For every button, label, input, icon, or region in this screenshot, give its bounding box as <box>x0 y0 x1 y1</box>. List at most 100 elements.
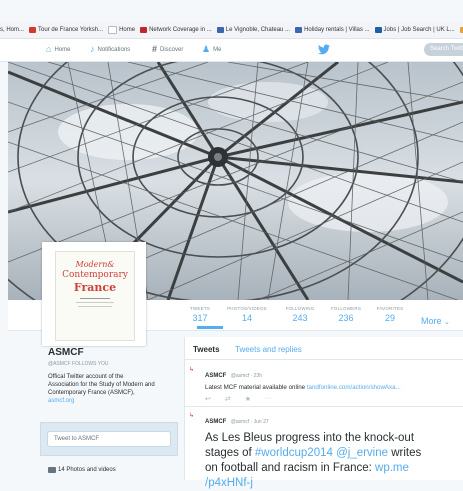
tweet-item[interactable]: ↳ ASMCF @asmcf · 23h Latest MCF material… <box>189 364 401 403</box>
bookmarks-bar: s, Hom... Tour de France Yorksh... Home Net… <box>0 22 463 39</box>
person-icon: ♟ <box>202 44 211 54</box>
bookmark-label: Home <box>119 27 136 33</box>
tweet-text-segment: on football and racism in France: <box>205 462 376 474</box>
tweet-author-handle[interactable]: @asmcf · Jun 27 <box>231 419 269 425</box>
bookmark-item[interactable]: Jobs | Job Search | UK L... <box>374 27 455 33</box>
bookmark-label: s, Hom... <box>0 27 25 33</box>
stat-active-indicator <box>197 326 223 329</box>
cover-title-line1: Modern& <box>75 260 115 269</box>
nav-home[interactable]: ⌂ Home <box>46 45 70 54</box>
bookmark-item[interactable]: Network Coverage in ... <box>140 27 212 33</box>
tweet-item[interactable]: ↳ ASMCF @asmcf · Jun 27 As Les Bleus pro… <box>189 410 421 491</box>
tweet-link[interactable]: wp.me <box>375 462 409 474</box>
stat-followers-value: 236 <box>338 313 354 323</box>
journal-cover-image: Modern& Contemporary France <box>55 251 135 341</box>
profile-bio: Offical Twitter account of the Associati… <box>48 373 155 405</box>
bookmark-item[interactable]: Le Vignoble, Chateau ... <box>216 27 291 33</box>
stat-tweets[interactable]: TWEETS 317 <box>188 306 212 323</box>
retweet-marker-icon: ↳ <box>189 367 195 373</box>
bio-line: Offical Twitter account of the <box>48 374 124 380</box>
more-dropdown[interactable]: More ⌄ <box>421 316 450 326</box>
more-icon[interactable]: ··· <box>265 395 272 403</box>
cover-rule <box>80 298 110 299</box>
cover-rule <box>78 306 112 307</box>
tweet-text-large: As Les Bleus progress into the knock-out… <box>205 431 421 491</box>
photos-videos-label: 14 Photos and videos <box>58 467 116 473</box>
tweet-to-box: Tweet to ASMCF <box>40 422 178 456</box>
bookmark-favicon-icon <box>108 26 118 34</box>
stat-followers[interactable]: FOLLOWERS 236 <box>328 306 364 323</box>
bio-line: Association for the Study of Modern and <box>48 382 155 388</box>
bookmark-item[interactable]: s, Hom... <box>0 27 24 33</box>
stat-tweets-label: TWEETS <box>190 306 210 311</box>
hashtag-link[interactable]: #worldcup2014 <box>255 447 333 459</box>
divider <box>185 406 463 407</box>
tweet-actions: ↩ ⇄ ★ ··· <box>205 395 401 403</box>
tweet-link[interactable]: /p4xHNf-j <box>205 476 421 491</box>
profile-website-link[interactable]: asmcf.org <box>48 397 155 405</box>
mention-link[interactable]: @j_ervine <box>333 447 388 459</box>
search-input[interactable]: Search Twitte <box>424 43 463 56</box>
reply-icon[interactable]: ↩ <box>205 395 211 403</box>
stat-following-value: 243 <box>292 313 308 323</box>
cover-title-line2: Contemporary <box>62 270 128 280</box>
tweet-line: As Les Bleus progress into the knock-out <box>205 432 415 444</box>
nav-home-label: Home <box>54 46 71 53</box>
bookmark-label: Tour de France Yorksh... <box>38 27 104 33</box>
nav-discover-label: Discover <box>160 46 184 53</box>
stat-favorites-label: FAVORITES <box>376 306 404 311</box>
bookmark-favicon-icon <box>374 27 382 33</box>
favorite-icon[interactable]: ★ <box>245 395 251 403</box>
divider <box>185 359 463 360</box>
tweet-author-name[interactable]: ASMCF <box>205 373 226 379</box>
tweet-line: on football and racism in France: wp.me <box>205 461 421 476</box>
home-icon: ⌂ <box>46 44 52 54</box>
tab-tweets[interactable]: Tweets <box>193 345 220 354</box>
top-nav: ⌂ Home ♪ Notifications # Discover ♟ Me S… <box>0 39 463 62</box>
bookmark-favicon-icon <box>140 27 148 33</box>
photo-icon <box>48 467 56 473</box>
nav-notifications-label: Notifications <box>97 46 131 53</box>
tweet-to-input[interactable]: Tweet to ASMCF <box>47 431 171 447</box>
bio-line: Contemporary France (ASMCF), <box>48 390 135 396</box>
bookmark-favicon-icon <box>295 27 303 33</box>
bookmark-favicon-icon <box>29 27 37 33</box>
nav-discover[interactable]: # Discover <box>152 45 183 54</box>
stat-photos-label: PHOTOS/VIDEOS <box>227 306 267 311</box>
bookmark-label: Holiday rentals | Villas ... <box>304 27 370 33</box>
nav-me-label: Me <box>213 46 222 53</box>
nav-me[interactable]: ♟ Me <box>202 45 221 54</box>
chevron-down-icon: ⌄ <box>444 319 450 326</box>
tweet-text-segment: stages of <box>205 447 255 459</box>
stat-tweets-value: 317 <box>192 313 208 323</box>
retweet-marker-icon: ↳ <box>189 413 195 419</box>
bookmark-label: Le Vignoble, Chateau ... <box>225 27 291 33</box>
hashtag-icon: # <box>152 44 158 54</box>
nav-notifications[interactable]: ♪ Notifications <box>90 45 130 54</box>
photos-videos-link[interactable]: 14 Photos and videos <box>48 467 116 473</box>
tweet-author-name[interactable]: ASMCF <box>205 419 226 425</box>
stat-following-label: FOLLOWING <box>285 306 315 311</box>
tab-tweets-and-replies[interactable]: Tweets and replies <box>235 345 302 354</box>
twitter-bird-icon[interactable] <box>318 44 330 55</box>
tweet-text-segment: writes <box>388 447 422 459</box>
bookmark-label: Jobs | Job Search | UK L... <box>383 27 455 33</box>
stat-photos[interactable]: PHOTOS/VIDEOS 14 <box>222 306 272 323</box>
bookmark-label: Network Coverage in ... <box>149 27 212 33</box>
stat-favorites[interactable]: FAVORITES 29 <box>372 306 408 323</box>
bookmark-favicon-icon <box>216 27 224 33</box>
more-label: More <box>421 316 442 326</box>
bookmark-item[interactable]: Holiday rentals | Villas ... <box>295 27 370 33</box>
stat-followers-label: FOLLOWERS <box>330 306 362 311</box>
tweet-author-handle[interactable]: @asmcf · 23h <box>231 373 262 379</box>
tweet-link[interactable]: tandfonline.com/action/showAxa... <box>307 384 401 391</box>
stat-favorites-value: 29 <box>384 313 395 323</box>
stat-following[interactable]: FOLLOWING 243 <box>282 306 318 323</box>
tweet-text: Latest MCF material available online <box>205 384 306 391</box>
bookmark-item[interactable]: Tour de France Yorksh... <box>29 27 103 33</box>
bookmark-item[interactable]: Home <box>108 26 135 34</box>
tweet-line: stages of #worldcup2014 @j_ervine writes <box>205 446 421 461</box>
stat-photos-value: 14 <box>241 313 252 323</box>
retweet-icon[interactable]: ⇄ <box>225 395 231 403</box>
profile-avatar[interactable]: Modern& Contemporary France <box>42 242 146 346</box>
